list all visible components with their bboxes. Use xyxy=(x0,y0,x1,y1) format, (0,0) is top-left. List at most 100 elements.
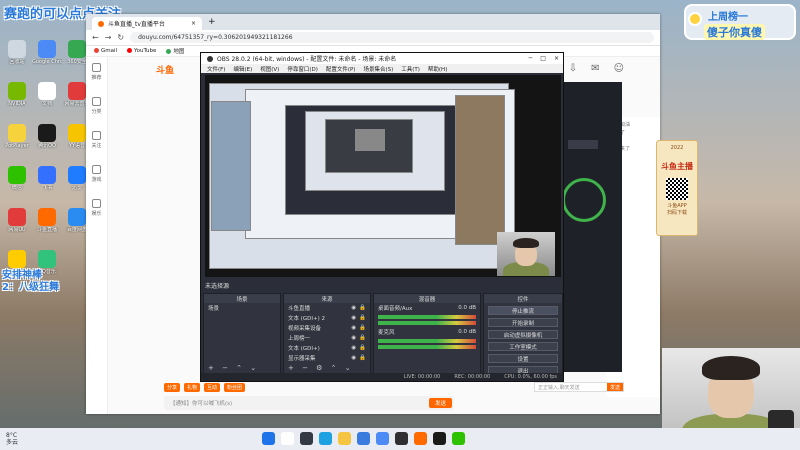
eye-icon[interactable]: ◉ xyxy=(351,315,356,321)
qq-icon[interactable] xyxy=(433,432,446,445)
desktop-icon[interactable]: 微信 xyxy=(2,166,32,191)
side-chat-input[interactable]: 正正输入,聊天发送 发送 xyxy=(534,382,624,392)
source-item[interactable]: 显示器采集 ◉ 🔒 xyxy=(284,353,370,363)
browser-tab[interactable]: 斗鱼直播_tv直播平台 × xyxy=(92,17,202,30)
bookmark-item[interactable]: Gmail xyxy=(94,48,117,54)
download-icon[interactable]: ⇩ xyxy=(569,63,577,74)
control-button[interactable]: 停止推流 xyxy=(488,306,558,315)
chrome-icon[interactable] xyxy=(376,432,389,445)
lock-icon[interactable]: 🔒 xyxy=(359,315,366,321)
back-button[interactable]: ← xyxy=(92,33,99,42)
rail-item[interactable]: 游戏 xyxy=(86,159,107,193)
obs-menu-item[interactable]: 编辑(E) xyxy=(233,65,252,73)
desktop-icon[interactable]: 斗鱼直播 xyxy=(32,208,62,233)
close-icon[interactable]: × xyxy=(554,55,559,62)
desktop-icon[interactable]: Google Chrome xyxy=(32,40,62,65)
eye-icon[interactable]: ◉ xyxy=(351,355,356,361)
source-item[interactable]: 文本 (GDI+) 2 ◉ 🔒 xyxy=(284,313,370,323)
mixer-channel-name: 麦克风 xyxy=(378,330,395,336)
app-icon xyxy=(68,82,86,100)
forward-button[interactable]: → xyxy=(105,33,112,42)
room-action-button[interactable]: 分享 xyxy=(164,383,181,392)
lock-icon[interactable]: 🔒 xyxy=(359,355,366,361)
control-button[interactable]: 开始录制 xyxy=(488,318,558,327)
rail-icon xyxy=(92,131,101,140)
eye-icon[interactable]: ◉ xyxy=(351,345,356,351)
chat-input[interactable]: 【通知】你可以喊飞机(s) xyxy=(170,399,232,407)
chat-send-button[interactable]: 发送 xyxy=(428,398,452,408)
room-action-button[interactable]: 礼物 xyxy=(184,383,201,392)
control-button[interactable]: 启动虚拟摄像机 xyxy=(488,330,558,339)
rail-item[interactable]: 娱乐 xyxy=(86,193,107,227)
scenes-dock-toolbar[interactable]: + − ⌃ ⌄ xyxy=(208,364,259,372)
weather-desc: 多云 xyxy=(6,439,19,446)
bookmark-item[interactable]: 地图 xyxy=(166,47,184,55)
wechat-icon[interactable] xyxy=(452,432,465,445)
obs-menu-item[interactable]: 工具(T) xyxy=(401,65,420,73)
desktop-icon[interactable]: 网易UU xyxy=(2,208,32,233)
desktop-icon[interactable]: 腾讯QQ xyxy=(32,124,62,149)
volume-slider[interactable] xyxy=(378,345,476,349)
room-action-button[interactable]: 粉丝团 xyxy=(224,383,246,392)
control-button[interactable]: 工作室模式 xyxy=(488,342,558,351)
obs-icon[interactable] xyxy=(395,432,408,445)
explorer-icon[interactable] xyxy=(338,432,351,445)
rail-label: 关注 xyxy=(91,143,102,149)
room-action-button[interactable]: 互动 xyxy=(204,383,221,392)
obs-menu-item[interactable]: 场景集合(S) xyxy=(363,65,393,73)
avatar-icon[interactable]: ☺ xyxy=(614,63,624,74)
source-item[interactable]: 斗鱼直播 ◉ 🔒 xyxy=(284,303,370,313)
desktop-icon[interactable]: 回收站 xyxy=(2,40,32,65)
close-tab-icon[interactable]: × xyxy=(191,20,196,27)
lock-icon[interactable]: 🔒 xyxy=(359,305,366,311)
obs-menu-item[interactable]: 停靠窗口(D) xyxy=(287,65,318,73)
douyu-icon[interactable] xyxy=(414,432,427,445)
weather-widget[interactable]: 8°C 多云 xyxy=(6,432,18,446)
edge-icon[interactable] xyxy=(319,432,332,445)
app-icon xyxy=(8,166,26,184)
reload-button[interactable]: ↻ xyxy=(117,33,124,42)
rail-label: 游戏 xyxy=(91,177,102,183)
obs-menu-item[interactable]: 配置文件(P) xyxy=(326,65,356,73)
task-view-icon[interactable] xyxy=(300,432,313,445)
rail-label: 娱乐 xyxy=(91,211,102,217)
source-item[interactable]: 视频采集设备 ◉ 🔒 xyxy=(284,323,370,333)
chat-bar[interactable]: 【通知】你可以喊飞机(s) 发送 xyxy=(164,396,454,410)
source-item[interactable]: 上周榜一 ◉ 🔒 xyxy=(284,333,370,343)
eye-icon[interactable]: ◉ xyxy=(351,305,356,311)
lock-icon[interactable]: 🔒 xyxy=(359,335,366,341)
site-logo[interactable]: 斗鱼 xyxy=(156,63,174,76)
obs-menu-item[interactable]: 视图(V) xyxy=(260,65,279,73)
obs-menu-item[interactable]: 文件(F) xyxy=(207,65,225,73)
promo-card[interactable]: 2022 斗鱼主播 斗鱼APP 扫码下载 xyxy=(656,140,698,236)
message-icon[interactable]: ✉ xyxy=(591,63,599,74)
new-tab-button[interactable]: + xyxy=(208,17,216,27)
sources-dock-toolbar[interactable]: + − ⚙ ⌃ ⌄ xyxy=(288,364,354,372)
eye-icon[interactable]: ◉ xyxy=(351,335,356,341)
companion-button[interactable] xyxy=(568,140,598,149)
store-icon[interactable] xyxy=(357,432,370,445)
lock-icon[interactable]: 🔒 xyxy=(359,345,366,351)
eye-icon[interactable]: ◉ xyxy=(351,325,356,331)
search-icon[interactable] xyxy=(281,432,294,445)
windows-start-icon[interactable] xyxy=(262,432,275,445)
control-button[interactable]: 设置 xyxy=(488,354,558,363)
volume-slider[interactable] xyxy=(378,321,476,325)
desktop-icon[interactable]: 飞书 xyxy=(32,166,62,191)
source-item[interactable]: 文本 (GDI+) ◉ 🔒 xyxy=(284,343,370,353)
bookmark-item[interactable]: YouTube xyxy=(127,48,156,54)
side-chat-send-button[interactable]: 发送 xyxy=(606,383,623,391)
cpu-usage: CPU: 0.0%, 60.00 fps xyxy=(504,374,557,380)
rail-item[interactable]: 推荐 xyxy=(86,57,107,91)
scene-item[interactable]: 场景 xyxy=(204,303,280,313)
desktop-icon[interactable]: 文档 xyxy=(32,82,62,107)
rail-item[interactable]: 关注 xyxy=(86,125,107,159)
minimize-icon[interactable]: ─ xyxy=(529,55,533,62)
url-input[interactable]: douyu.com/64751357_ry=0.3062019493211812… xyxy=(130,32,654,43)
desktop-icon[interactable]: PotPlayer xyxy=(2,124,32,149)
lock-icon[interactable]: 🔒 xyxy=(359,325,366,331)
desktop-icon[interactable]: NVIDIA xyxy=(2,82,32,107)
obs-menu-item[interactable]: 帮助(H) xyxy=(428,65,447,73)
maximize-icon[interactable]: □ xyxy=(540,55,546,62)
rail-item[interactable]: 分类 xyxy=(86,91,107,125)
